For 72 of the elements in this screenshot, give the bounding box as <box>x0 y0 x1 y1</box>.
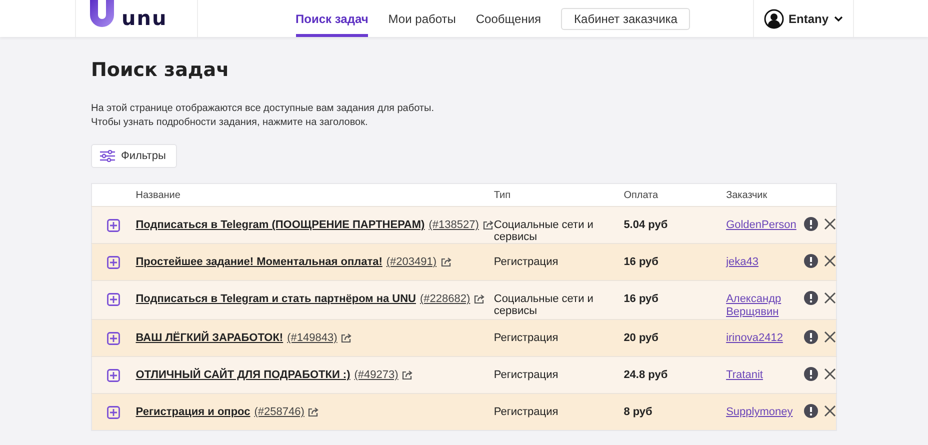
chevron-down-icon[interactable] <box>834 16 843 22</box>
report-icon[interactable] <box>804 291 818 305</box>
report-icon[interactable] <box>804 254 818 268</box>
customer-link[interactable]: jeka43 <box>726 256 758 269</box>
report-icon[interactable] <box>804 217 818 231</box>
external-link-icon[interactable] <box>402 370 414 380</box>
external-link-icon[interactable] <box>308 407 320 417</box>
description-text: На этой странице отображаются все доступные вам задания для работы. <box>91 102 435 116</box>
column-header: Оплата <box>624 190 658 200</box>
external-link-icon[interactable] <box>482 220 494 230</box>
expand-plus-icon[interactable] <box>107 332 120 345</box>
customer-link[interactable]: GoldenPerson <box>726 219 796 232</box>
user-name[interactable]: Entany <box>788 12 829 26</box>
customer-cabinet-button[interactable]: Кабинет заказчика <box>561 8 690 30</box>
column-header: Тип <box>494 190 511 200</box>
customer-link[interactable]: Supplymoney <box>726 406 793 419</box>
task-payment: 24.8 руб <box>624 369 668 381</box>
external-link-icon[interactable] <box>474 294 486 304</box>
customer-link[interactable]: Tratanit <box>726 369 763 382</box>
page-title: Поиск задач <box>91 59 230 81</box>
task-title-link[interactable]: ВАШ ЛЁГКИЙ ЗАРАБОТОК! <box>136 332 284 344</box>
logo-icon <box>90 0 114 28</box>
expand-plus-icon[interactable] <box>107 406 120 419</box>
report-icon[interactable] <box>804 367 818 381</box>
task-id-link[interactable]: (#49273) <box>354 369 398 381</box>
task-type: Регистрация <box>494 332 558 344</box>
task-id-link[interactable]: (#228682) <box>420 293 470 305</box>
column-header: Заказчик <box>726 190 768 200</box>
task-id-link[interactable]: (#138527) <box>428 219 479 231</box>
column-header: Название <box>136 190 180 200</box>
external-link-icon[interactable] <box>440 257 452 267</box>
close-icon[interactable] <box>824 331 836 343</box>
expand-plus-icon[interactable] <box>107 369 120 382</box>
nav-tab[interactable]: Мои работы <box>388 0 456 37</box>
filters-button[interactable]: Фильтры <box>91 144 177 168</box>
close-icon[interactable] <box>824 405 836 417</box>
task-title-link[interactable]: Простейшее задание! Моментальная оплата! <box>136 256 382 268</box>
nav-tab[interactable]: Поиск задач <box>296 0 368 37</box>
customer-link[interactable]: Александр Верщявин <box>726 293 804 319</box>
customer-link[interactable]: irinova2412 <box>726 332 783 345</box>
close-icon[interactable] <box>824 255 836 267</box>
task-id-link[interactable]: (#149843) <box>287 332 338 344</box>
avatar-icon[interactable] <box>764 8 784 28</box>
task-title-link[interactable]: Подписаться в Telegram (ПООЩРЕНИЕ ПАРТНЕРАМ) <box>136 219 425 231</box>
task-payment: 20 руб <box>624 332 658 344</box>
task-type: Регистрация <box>494 256 558 268</box>
task-type: Регистрация <box>494 369 558 381</box>
expand-plus-icon[interactable] <box>107 256 120 269</box>
report-icon[interactable] <box>804 330 818 344</box>
filter-sliders-icon <box>100 150 115 162</box>
task-type: Социальные сети и сервисы <box>494 293 594 317</box>
expand-plus-icon[interactable] <box>107 293 120 306</box>
description-text: Чтобы узнать подробности задания, нажмите на заголовок. <box>91 116 369 130</box>
task-payment: 8 руб <box>624 406 652 418</box>
expand-plus-icon[interactable] <box>107 219 120 232</box>
task-title-link[interactable]: Регистрация и опрос <box>136 406 250 418</box>
task-title-link[interactable]: ОТЛИЧНЫЙ САЙТ ДЛЯ ПОДРАБОТКИ :) <box>136 369 350 381</box>
close-icon[interactable] <box>824 368 836 380</box>
task-title-link[interactable]: Подписаться в Telegram и стать партнёром на UNU <box>136 293 416 305</box>
external-link-icon[interactable] <box>341 333 352 343</box>
task-payment: 16 руб <box>624 256 658 268</box>
task-id-link[interactable]: (#258746) <box>254 406 304 418</box>
task-type: Социальные сети и сервисы <box>494 219 594 243</box>
close-icon[interactable] <box>824 292 836 304</box>
task-type: Регистрация <box>494 406 558 418</box>
nav-tab[interactable]: Сообщения <box>476 0 542 37</box>
task-payment: 5.04 руб <box>624 219 668 231</box>
task-payment: 16 руб <box>624 293 658 305</box>
task-id-link[interactable]: (#203491) <box>386 256 437 268</box>
close-icon[interactable] <box>824 218 836 230</box>
logo-text[interactable]: unu <box>122 6 168 30</box>
report-icon[interactable] <box>804 404 818 418</box>
